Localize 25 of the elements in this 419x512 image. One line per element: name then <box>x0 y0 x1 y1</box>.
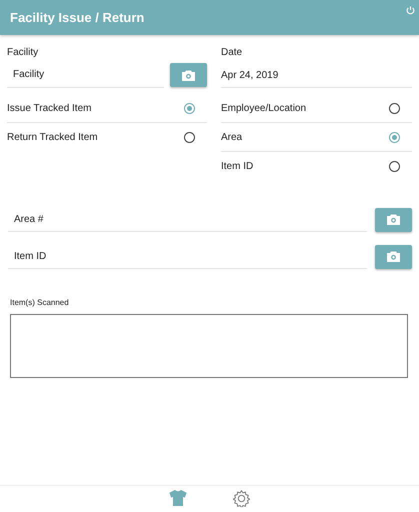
option-label: Employee/Location <box>221 102 306 114</box>
settings-tab[interactable] <box>230 490 252 507</box>
camera-icon <box>386 214 401 225</box>
scanned-items-field[interactable] <box>10 314 408 378</box>
radio-button[interactable] <box>184 132 195 143</box>
scan-button[interactable] <box>375 244 412 268</box>
scan-button[interactable] <box>375 208 412 232</box>
camera-icon <box>386 251 401 262</box>
field-label: Item(s) Scanned <box>9 298 70 307</box>
date-value[interactable]: Apr 24, 2019 <box>221 62 412 88</box>
radio-button[interactable] <box>389 161 400 172</box>
radio-button[interactable] <box>389 102 400 114</box>
option-label: Item ID <box>221 161 254 172</box>
option-label: Issue Tracked Item <box>7 102 92 114</box>
field-label: Facility <box>7 47 40 58</box>
radio-button[interactable] <box>389 132 400 142</box>
camera-icon <box>181 70 196 80</box>
header-title: Facility Issue / Return <box>10 10 144 25</box>
option-label: Return Tracked Item <box>7 132 98 143</box>
option-label: Area <box>221 132 242 142</box>
radio-button[interactable] <box>184 102 195 114</box>
power-icon[interactable] <box>406 6 415 15</box>
field-label: Date <box>221 47 244 58</box>
shirt-tab[interactable] <box>166 490 188 507</box>
scan-button[interactable] <box>170 63 207 87</box>
